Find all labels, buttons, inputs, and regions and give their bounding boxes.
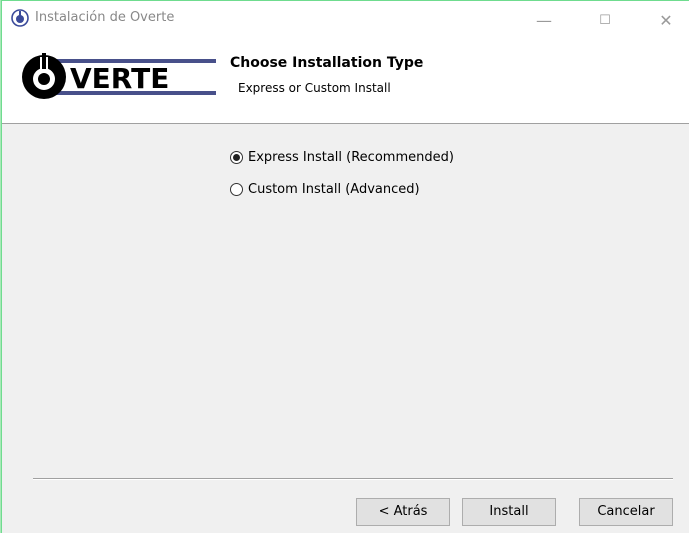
radio-button-selected[interactable] [230, 150, 243, 164]
back-button[interactable]: < Atrás [356, 498, 450, 526]
installer-window: Instalación de Overte — ☐ ✕ VERTE Choose… [1, 0, 689, 533]
window-title: Instalación de Overte [35, 10, 175, 25]
radio-dot [233, 153, 240, 161]
overte-app-icon [11, 9, 29, 27]
express-install-option[interactable]: Express Install (Recommended) [230, 148, 454, 166]
overte-logo: VERTE [22, 53, 216, 99]
page-title: Choose Installation Type [230, 55, 424, 71]
wizard-header: VERTE Choose Installation Type Express o… [2, 41, 689, 124]
title-bar: Instalación de Overte — ☐ ✕ [2, 1, 689, 41]
radio-button[interactable] [230, 182, 243, 196]
cancel-button[interactable]: Cancelar [579, 498, 673, 526]
express-install-label: Express Install (Recommended) [248, 149, 454, 165]
page-subtitle: Express or Custom Install [238, 81, 391, 95]
maximize-button[interactable]: ☐ [582, 9, 628, 33]
custom-install-label: Custom Install (Advanced) [248, 181, 420, 197]
logo-text: VERTE [70, 62, 169, 95]
install-button[interactable]: Install [462, 498, 556, 526]
custom-install-option[interactable]: Custom Install (Advanced) [230, 180, 420, 198]
minimize-button[interactable]: — [521, 9, 567, 33]
footer-separator [33, 478, 673, 480]
close-button[interactable]: ✕ [643, 9, 689, 33]
